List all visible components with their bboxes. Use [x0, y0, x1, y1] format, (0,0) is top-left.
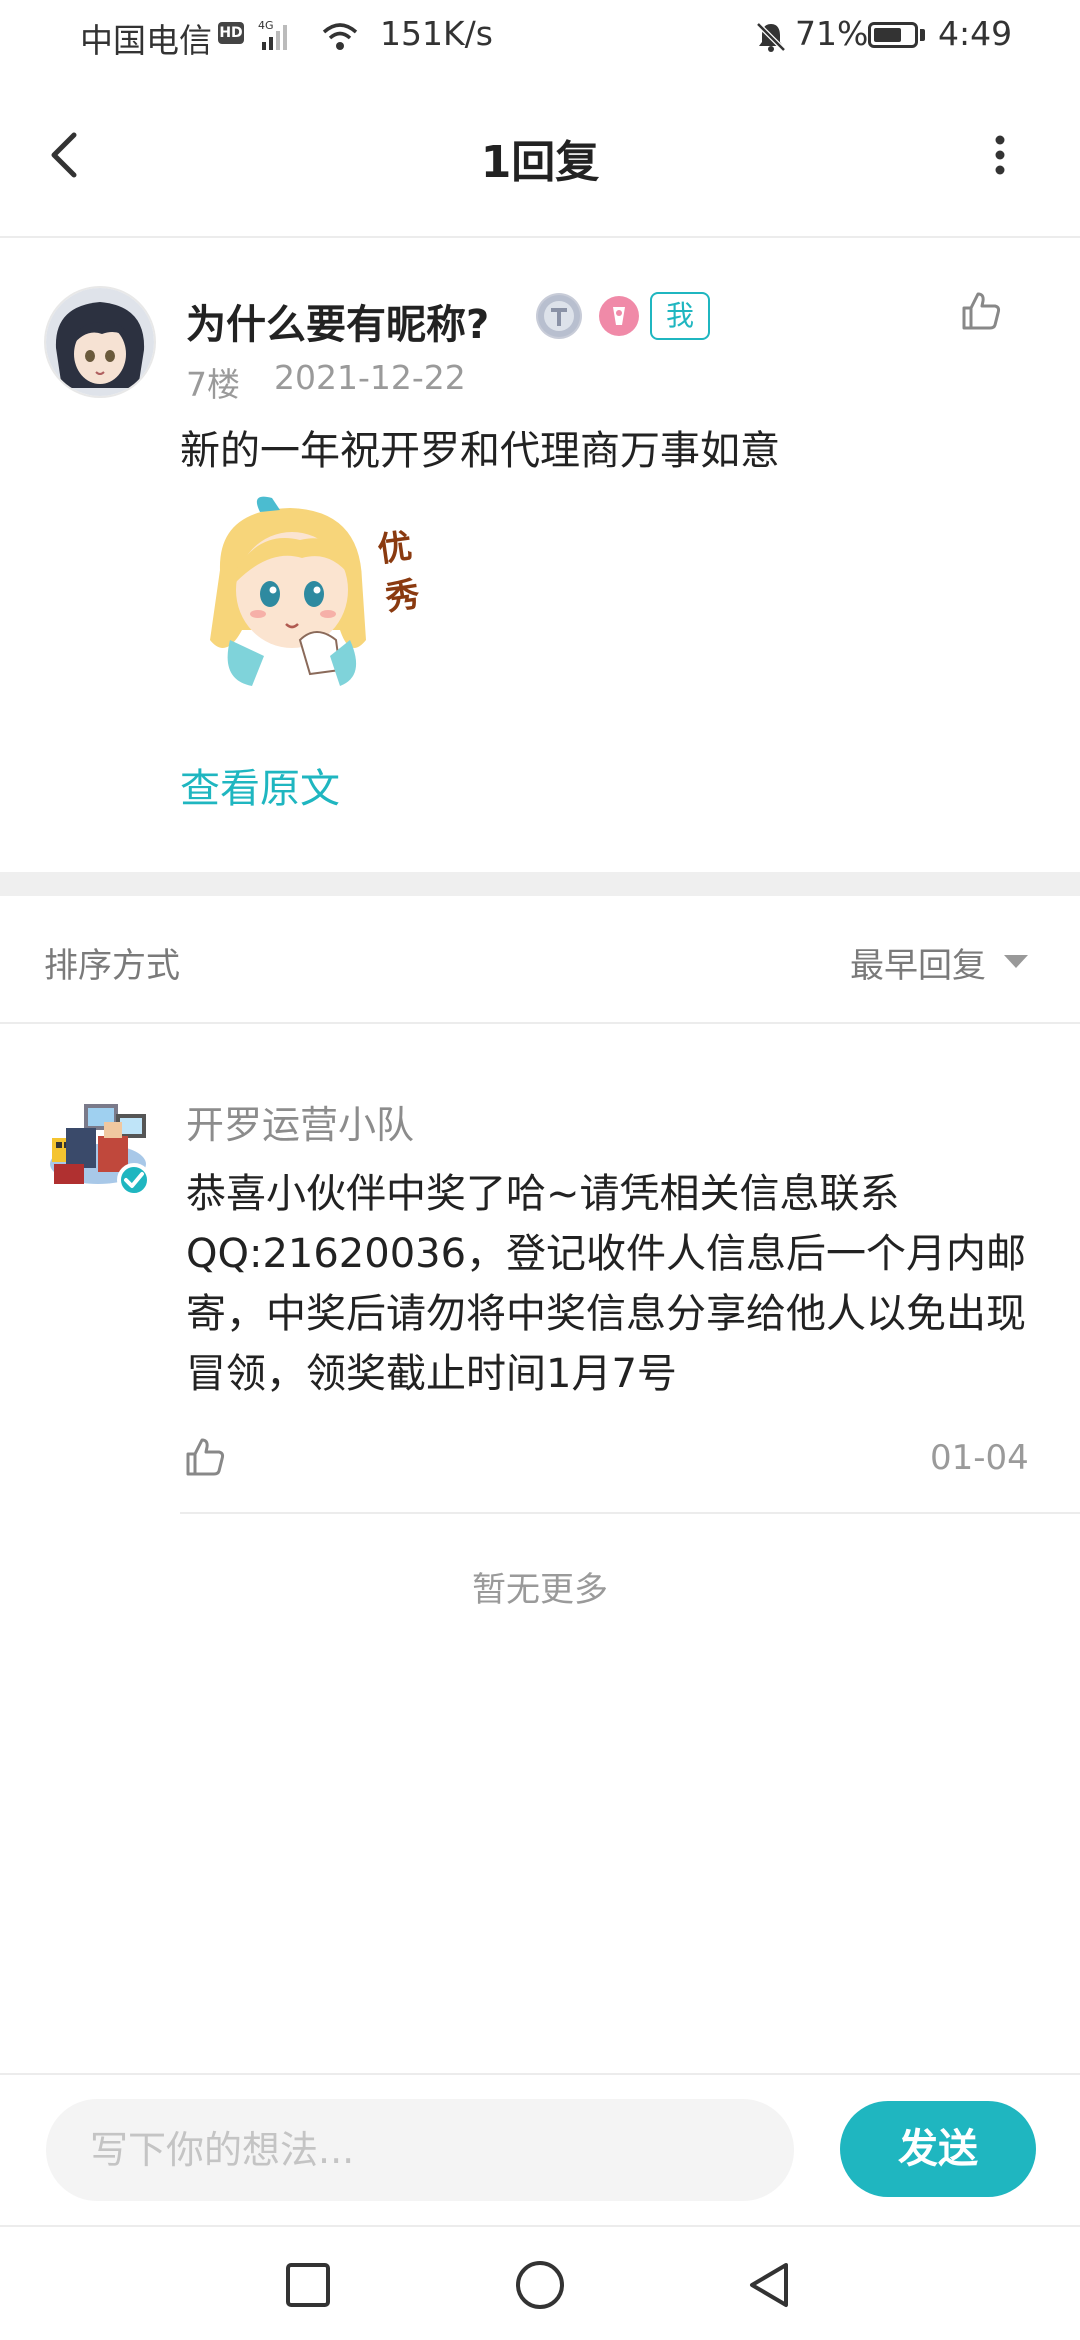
reply-author-name[interactable]: 开罗运营小队 [186, 1094, 414, 1149]
reply-author-avatar[interactable] [44, 1092, 156, 1204]
carrier-name: 中国电信 [80, 21, 212, 60]
mute-bell-icon [756, 22, 786, 52]
wifi-icon [322, 23, 358, 50]
self-tag: 我 [650, 292, 710, 340]
network-speed: 151K/s [380, 14, 493, 53]
view-original-link[interactable]: 查看原文 [180, 756, 340, 814]
page-title: 1回复 [480, 137, 600, 188]
top-app-bar: 1回复 [0, 76, 1080, 238]
end-of-list-text: 暂无更多 [472, 1570, 608, 1610]
system-nav-bar [0, 2225, 1080, 2340]
back-nav-icon[interactable] [744, 2259, 796, 2311]
sticker-text-2: 秀 [382, 574, 422, 618]
level-badge-icon [536, 293, 582, 339]
thumbs-up-icon [962, 292, 1001, 330]
reply-content: 恭喜小伙伴中奖了哈~请凭相关信息联系QQ:21620036，登记收件人信息后一个… [186, 1171, 1027, 1397]
post-like-button[interactable] [958, 288, 1004, 334]
section-divider [0, 872, 1080, 896]
reply-date: 01-04 [930, 1438, 1029, 1478]
thumbs-up-icon [186, 1438, 225, 1476]
battery-tip [920, 29, 925, 41]
divider [180, 1512, 1080, 1514]
medal-badge-icon [596, 293, 642, 339]
post-date: 2021-12-22 [274, 358, 466, 397]
comment-composer: 发送 [0, 2073, 1080, 2225]
recent-apps-icon[interactable] [284, 2261, 332, 2309]
post-content: 新的一年祝开罗和代理商万事如意 [180, 428, 780, 474]
sticker-image[interactable]: 优 秀 [190, 490, 440, 705]
more-vertical-icon [995, 135, 1005, 175]
hd-badge: HD [218, 22, 244, 44]
reply-like-button[interactable] [182, 1434, 228, 1480]
sticker-text-1: 优 [375, 526, 414, 570]
comment-input[interactable] [46, 2099, 794, 2201]
clock: 4:49 [938, 14, 1013, 53]
send-button[interactable]: 发送 [840, 2101, 1036, 2197]
post-author-avatar[interactable] [44, 286, 156, 398]
battery-icon [868, 22, 918, 48]
sort-dropdown[interactable]: 最早回复 [850, 938, 986, 987]
floor-number: 7楼 [186, 365, 240, 404]
more-options-button[interactable] [970, 120, 1030, 190]
cellular-signal-icon: 4G [258, 19, 287, 50]
home-icon[interactable] [514, 2259, 566, 2311]
post-author-name[interactable]: 为什么要有昵称? [186, 292, 489, 350]
divider [0, 1022, 1080, 1024]
battery-fill [874, 28, 901, 42]
status-bar: 中国电信 HD 4G 151K/s 71% 4:49 [0, 0, 1080, 76]
battery-percent: 71% [795, 14, 869, 53]
caret-down-icon[interactable] [1004, 955, 1028, 968]
network-type-label: 4G [258, 19, 274, 32]
sort-label: 排序方式 [44, 946, 180, 986]
